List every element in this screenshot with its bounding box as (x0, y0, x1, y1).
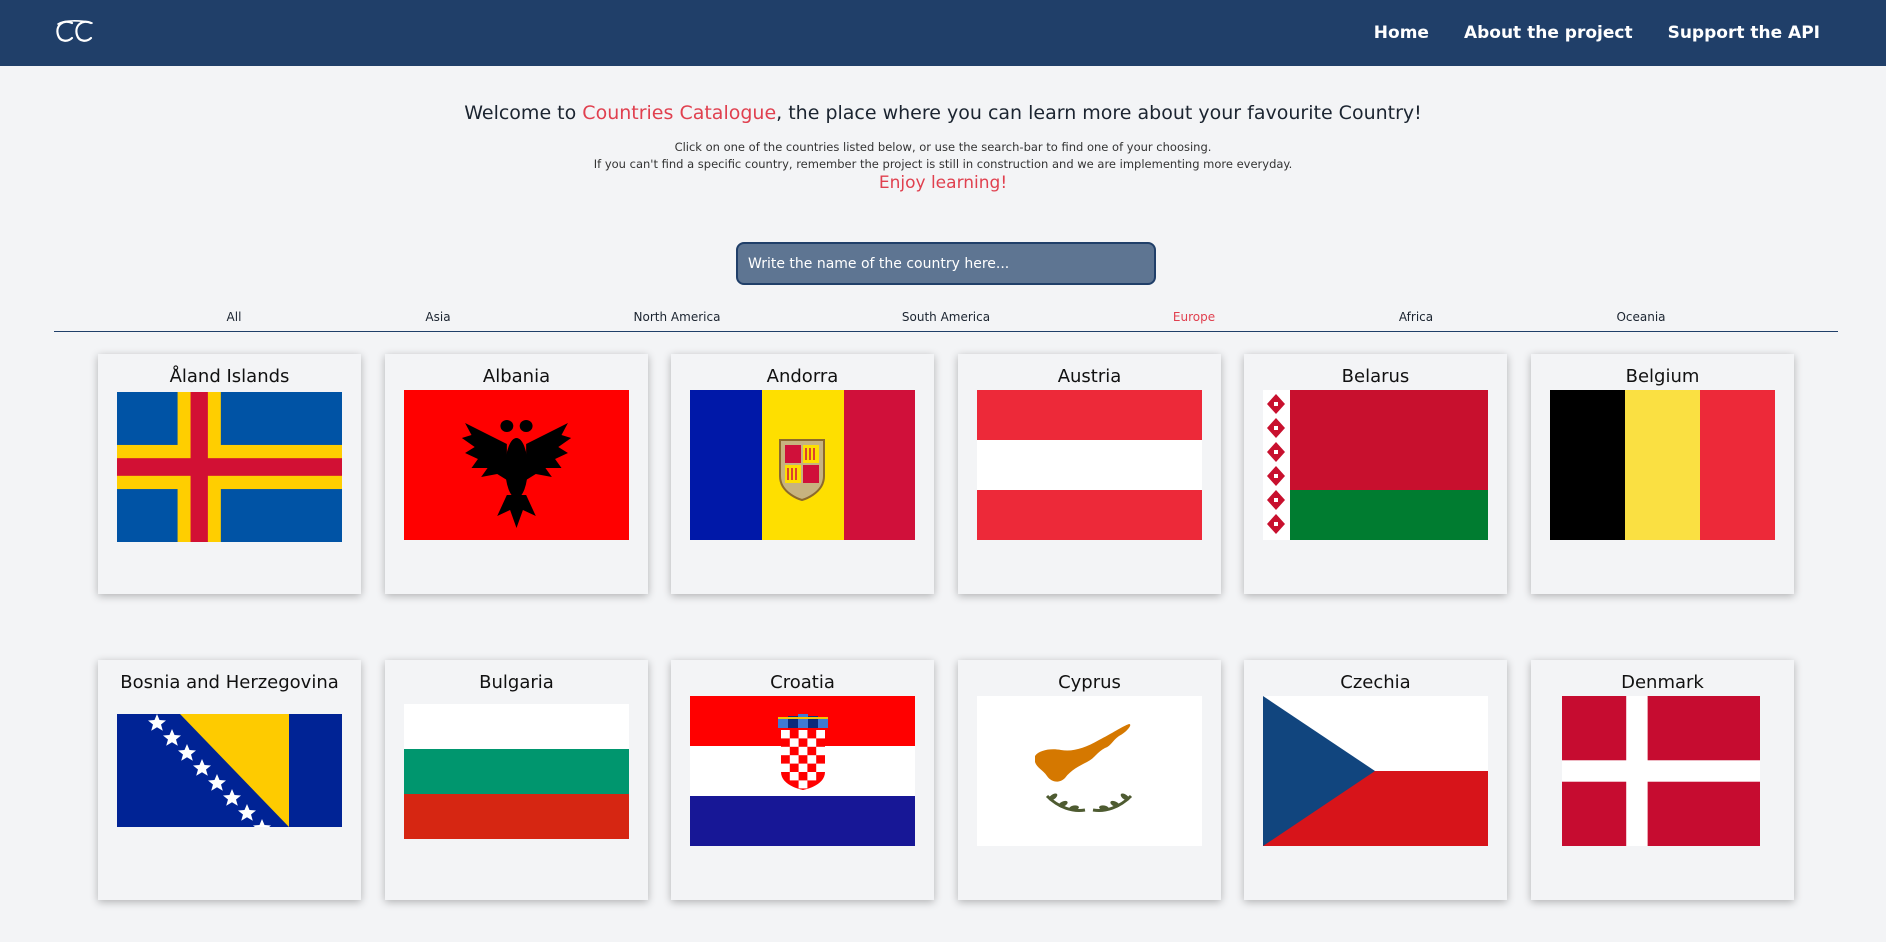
intro-line-2: If you can't find a specific country, re… (593, 157, 1293, 171)
welcome-suffix: , the place where you can learn more abo… (776, 102, 1422, 124)
intro-text: Click on one of the countries listed bel… (0, 139, 1886, 173)
country-card-bosnia[interactable]: Bosnia and Herzegovina (98, 660, 361, 900)
welcome-heading: Welcome to Countries Catalogue, the plac… (0, 102, 1886, 124)
belgium-flag-icon (1550, 390, 1775, 540)
bosnia-flag-icon (117, 714, 342, 827)
country-card-croatia[interactable]: Croatia (671, 660, 934, 900)
cyprus-flag-icon (977, 696, 1202, 846)
nav-about-link[interactable]: About the project (1464, 23, 1633, 43)
country-name: Croatia (770, 672, 835, 693)
welcome-prefix: Welcome to (464, 102, 583, 124)
denmark-flag-icon (1562, 696, 1760, 846)
country-card-bulgaria[interactable]: Bulgaria (385, 660, 648, 900)
country-search-input[interactable] (736, 242, 1156, 285)
filter-north-america[interactable]: North America (634, 310, 721, 324)
belarus-flag-icon (1263, 390, 1488, 540)
filter-asia[interactable]: Asia (425, 310, 450, 324)
country-card-albania[interactable]: Albania (385, 354, 648, 594)
country-name: Denmark (1621, 672, 1704, 693)
intro-line-1: Click on one of the countries listed bel… (674, 140, 1212, 154)
country-card-denmark[interactable]: Denmark (1531, 660, 1794, 900)
country-name: Åland Islands (169, 366, 290, 387)
enjoy-text: Enjoy learning! (878, 173, 1008, 193)
nav-support-link[interactable]: Support the API (1668, 23, 1820, 43)
filter-europe[interactable]: Europe (1173, 310, 1215, 324)
country-name: Bosnia and Herzegovina (120, 672, 339, 693)
country-card-andorra[interactable]: Andorra (671, 354, 934, 594)
filter-africa[interactable]: Africa (1399, 310, 1433, 324)
country-name: Austria (1057, 366, 1122, 387)
brand-name: Countries Catalogue (582, 102, 777, 124)
albania-flag-icon (404, 390, 629, 540)
logo-icon[interactable] (52, 14, 96, 50)
czechia-flag-icon (1263, 696, 1488, 846)
nav-links: Home About the project Support the API (1374, 0, 1820, 66)
aland-flag-icon (117, 392, 342, 542)
region-filter-bar: All Asia North America South America Eur… (54, 306, 1838, 332)
country-name: Bulgaria (479, 672, 554, 693)
country-card-austria[interactable]: Austria (958, 354, 1221, 594)
country-name: Andorra (766, 366, 839, 387)
country-name: Cyprus (1058, 672, 1121, 693)
country-name: Belgium (1625, 366, 1700, 387)
country-card-cyprus[interactable]: Cyprus (958, 660, 1221, 900)
austria-flag-icon (977, 390, 1202, 540)
country-name: Belarus (1341, 366, 1410, 387)
country-card-czechia[interactable]: Czechia (1244, 660, 1507, 900)
andorra-flag-icon (690, 390, 915, 540)
filter-oceania[interactable]: Oceania (1616, 310, 1665, 324)
croatia-flag-icon (690, 696, 915, 846)
filter-south-america[interactable]: South America (902, 310, 990, 324)
filter-all[interactable]: All (227, 310, 242, 324)
bulgaria-flag-icon (404, 704, 629, 839)
country-card-belarus[interactable]: Belarus (1244, 354, 1507, 594)
country-name: Albania (482, 366, 551, 387)
country-card-belgium[interactable]: Belgium (1531, 354, 1794, 594)
navbar: Home About the project Support the API (0, 0, 1886, 66)
nav-home-link[interactable]: Home (1374, 23, 1429, 43)
country-card-aland[interactable]: Åland Islands (98, 354, 361, 594)
country-name: Czechia (1340, 672, 1411, 693)
